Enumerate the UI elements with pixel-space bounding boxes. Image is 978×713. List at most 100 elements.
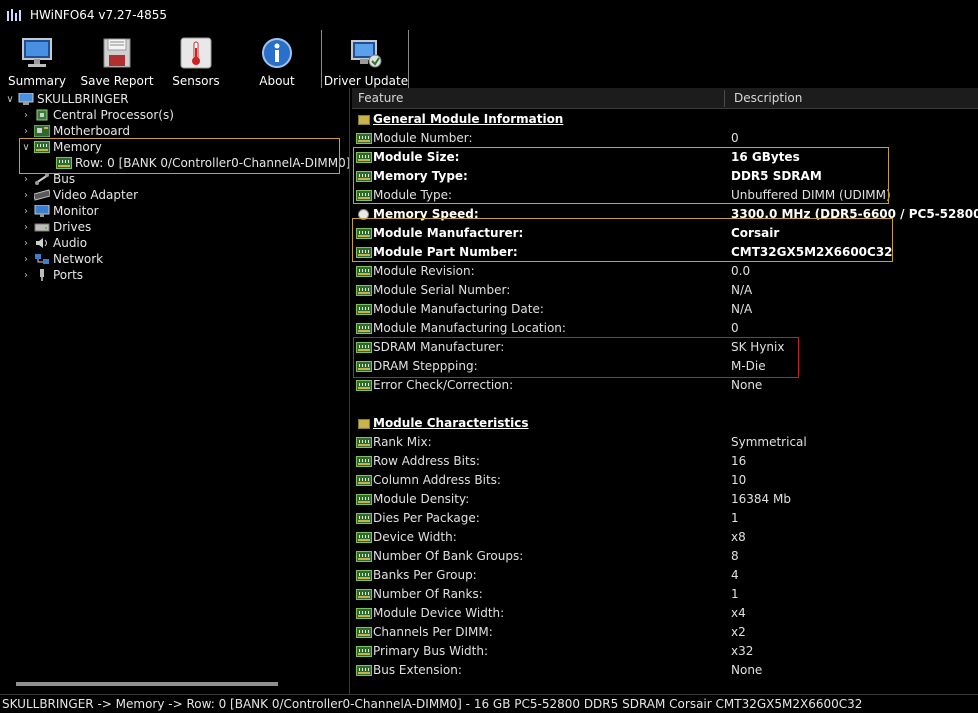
memory-chip-icon: [356, 190, 372, 201]
monitor-icon: [20, 36, 54, 70]
computer-icon: [18, 92, 34, 105]
table-row[interactable]: DRAM Steppping: M-Die: [352, 357, 978, 376]
tree-horizontal-scrollbar[interactable]: [0, 676, 349, 692]
table-row[interactable]: Module Density: 16384 Mb: [352, 490, 978, 509]
memory-chip-icon: [356, 323, 372, 334]
tree-item-audio[interactable]: › Audio: [20, 235, 87, 251]
chevron-right-icon[interactable]: ›: [20, 206, 32, 217]
chevron-right-icon[interactable]: ›: [20, 238, 32, 249]
table-row[interactable]: Memory Speed: 3300.0 MHz (DDR5-6600 / PC…: [352, 205, 978, 224]
chevron-right-icon[interactable]: ›: [20, 254, 32, 265]
tree-item-video-adapter[interactable]: › Video Adapter: [20, 187, 138, 203]
column-separator[interactable]: [724, 90, 725, 107]
table-row[interactable]: Bus Extension: None: [352, 661, 978, 680]
table-row[interactable]: Error Check/Correction: None: [352, 376, 978, 395]
floppy-disk-icon: [100, 36, 134, 70]
column-header-feature[interactable]: Feature: [352, 88, 403, 109]
device-tree[interactable]: ∨ SKULLBRINGER › Central Processor(s) › …: [0, 88, 359, 694]
scrollbar-thumb[interactable]: [16, 682, 278, 686]
table-row[interactable]: Channels Per DIMM: x2: [352, 623, 978, 642]
table-row[interactable]: Number Of Bank Groups: 8: [352, 547, 978, 566]
tree-item-memory[interactable]: ∨ Memory: [20, 139, 101, 155]
table-row[interactable]: SDRAM Manufacturer: SK Hynix: [352, 338, 978, 357]
memory-chip-icon: [356, 570, 372, 581]
memory-chip-icon: [356, 513, 372, 524]
tree-item-bus[interactable]: › Bus: [20, 171, 75, 187]
save-report-button[interactable]: Save Report: [80, 30, 154, 88]
hwinfo-app-icon: [6, 7, 22, 23]
video-card-icon: [32, 189, 52, 201]
chevron-right-icon[interactable]: ›: [20, 126, 32, 137]
memory-chip-icon: [34, 141, 50, 153]
tree-item-drives[interactable]: › Drives: [20, 219, 91, 235]
memory-chip-icon: [56, 157, 72, 169]
table-row[interactable]: Column Address Bits: 10: [352, 471, 978, 490]
info-icon: [260, 36, 294, 70]
chevron-right-icon[interactable]: ›: [20, 174, 32, 185]
monitor-icon: [34, 204, 50, 217]
clock-icon: [358, 209, 369, 220]
table-row[interactable]: Row Address Bits: 16: [352, 452, 978, 471]
tree-item-motherboard[interactable]: › Motherboard: [20, 123, 130, 139]
chevron-down-icon[interactable]: ∨: [4, 94, 16, 105]
table-row[interactable]: Module Part Number: CMT32GX5M2X6600C32: [352, 243, 978, 262]
memory-chip-icon: [356, 285, 372, 296]
table-row[interactable]: Number Of Ranks: 1: [352, 585, 978, 604]
toolbar-separator: [408, 30, 409, 88]
table-row[interactable]: Banks Per Group: 4: [352, 566, 978, 585]
driver-update-button[interactable]: Driver Update: [324, 30, 408, 88]
summary-button[interactable]: Summary: [4, 30, 70, 88]
column-header-description[interactable]: Description: [728, 88, 802, 109]
table-row[interactable]: Module Serial Number: N/A: [352, 281, 978, 300]
table-row[interactable]: Module Type: Unbuffered DIMM (UDIMM): [352, 186, 978, 205]
memory-chip-icon: [356, 342, 372, 353]
memory-chip-icon: [356, 646, 372, 657]
memory-chip-icon: [356, 133, 372, 144]
table-row[interactable]: Module Revision: 0.0: [352, 262, 978, 281]
tree-item-monitor[interactable]: › Monitor: [20, 203, 99, 219]
table-row[interactable]: Module Device Width: x4: [352, 604, 978, 623]
port-icon: [34, 269, 50, 281]
tree-item-memory-row-0[interactable]: Row: 0 [BANK 0/Controller0-ChannelA-DIMM…: [46, 155, 359, 171]
chevron-right-icon[interactable]: ›: [20, 110, 32, 121]
section-general-module-information[interactable]: General Module Information: [352, 110, 978, 129]
table-row[interactable]: Module Manufacturer: Corsair: [352, 224, 978, 243]
memory-chip-icon: [356, 266, 372, 277]
table-row[interactable]: Module Size: 16 GBytes: [352, 148, 978, 167]
memory-chip-icon: [356, 589, 372, 600]
table-row[interactable]: Memory Type: DDR5 SDRAM: [352, 167, 978, 186]
table-header: Feature Description: [352, 88, 978, 109]
memory-chip-icon: [356, 665, 372, 676]
memory-chip-icon: [356, 551, 372, 562]
chevron-right-icon[interactable]: ›: [20, 270, 32, 281]
about-button[interactable]: About: [246, 30, 308, 88]
memory-chip-icon: [356, 304, 372, 315]
memory-chip-icon: [356, 475, 372, 486]
table-row[interactable]: Module Manufacturing Date: N/A: [352, 300, 978, 319]
table-row[interactable]: Rank Mix: Symmetrical: [352, 433, 978, 452]
chevron-right-icon[interactable]: ›: [20, 222, 32, 233]
tree-item-cpu[interactable]: › Central Processor(s): [20, 107, 174, 123]
chevron-down-icon[interactable]: ∨: [20, 142, 32, 153]
memory-chip-icon: [356, 380, 372, 391]
sensors-button[interactable]: Sensors: [164, 30, 228, 88]
tree-item-network[interactable]: › Network: [20, 251, 103, 267]
window-title: HWiNFO64 v7.27-4855: [30, 8, 168, 22]
section-module-characteristics[interactable]: Module Characteristics: [352, 414, 978, 433]
tree-root-skullbringer[interactable]: ∨ SKULLBRINGER: [4, 91, 128, 107]
speaker-icon: [34, 237, 50, 249]
memory-chip-icon: [356, 247, 372, 258]
table-row[interactable]: Device Width: x8: [352, 528, 978, 547]
table-row[interactable]: Module Manufacturing Location: 0: [352, 319, 978, 338]
status-text: SKULLBRINGER -> Memory -> Row: 0 [BANK 0…: [2, 697, 863, 711]
bus-icon: [34, 173, 50, 185]
network-icon: [34, 253, 50, 265]
details-table: Feature Description General Module Infor…: [352, 88, 978, 694]
table-row[interactable]: Primary Bus Width: x32: [352, 642, 978, 661]
chevron-right-icon[interactable]: ›: [20, 190, 32, 201]
motherboard-icon: [33, 124, 51, 138]
table-row[interactable]: Module Number: 0: [352, 129, 978, 148]
table-row[interactable]: Dies Per Package: 1: [352, 509, 978, 528]
tree-item-ports[interactable]: › Ports: [20, 267, 83, 283]
memory-chip-icon: [356, 532, 372, 543]
